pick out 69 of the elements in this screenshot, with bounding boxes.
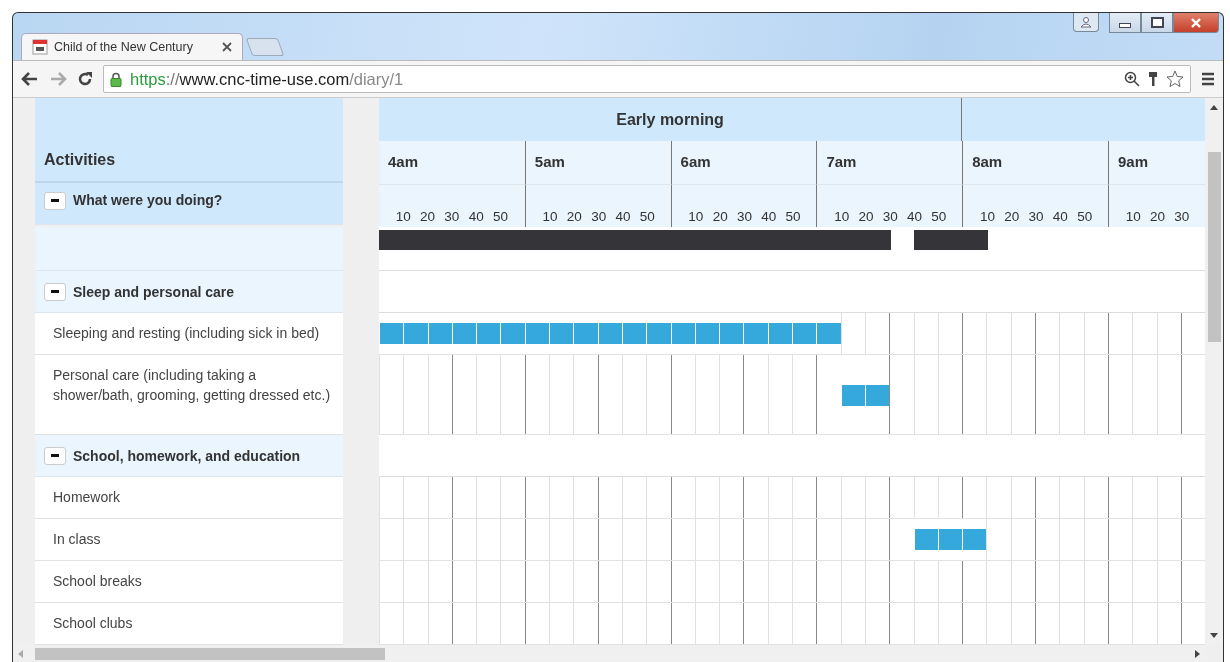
maximize-button[interactable] bbox=[1141, 13, 1173, 33]
minute-label: 30 bbox=[1173, 209, 1191, 224]
person-icon bbox=[1080, 16, 1092, 28]
back-icon[interactable] bbox=[21, 71, 39, 87]
minute-label: 40 bbox=[614, 209, 632, 224]
minute-label: 20 bbox=[419, 209, 437, 224]
activity-label: In class bbox=[53, 531, 101, 547]
minute-label: 30 bbox=[1027, 209, 1045, 224]
minute-label: 20 bbox=[1003, 209, 1021, 224]
tab-title: Child of the New Century bbox=[54, 40, 193, 54]
profile-button[interactable] bbox=[1073, 13, 1099, 32]
category-title: School, homework, and education bbox=[73, 447, 301, 464]
period-header: Early morning bbox=[379, 98, 963, 141]
new-tab-button[interactable] bbox=[245, 38, 285, 56]
browser-tab[interactable]: Child of the New Century bbox=[21, 33, 243, 60]
minute-label: 30 bbox=[881, 209, 899, 224]
activity-label: School clubs bbox=[53, 615, 133, 631]
minute-label: 30 bbox=[735, 209, 753, 224]
reload-icon[interactable] bbox=[77, 71, 93, 87]
activity-label: Homework bbox=[53, 489, 120, 505]
activity-label: Personal care (including taking a shower/bath, grooming, getting dressed etc.) bbox=[53, 367, 331, 403]
minute-label: 20 bbox=[711, 209, 729, 224]
minute-label: 50 bbox=[784, 209, 802, 224]
hour-header: 9am bbox=[1108, 141, 1205, 185]
minute-label: 50 bbox=[930, 209, 948, 224]
minute-label: 10 bbox=[541, 209, 559, 224]
minute-label: 10 bbox=[394, 209, 412, 224]
lock-icon bbox=[110, 71, 122, 87]
close-button[interactable] bbox=[1173, 13, 1219, 33]
activity-label: School breaks bbox=[53, 573, 142, 589]
minute-label: 50 bbox=[638, 209, 656, 224]
minute-label: 40 bbox=[906, 209, 924, 224]
minute-label: 40 bbox=[1051, 209, 1069, 224]
hour-header: 7am bbox=[816, 141, 963, 185]
close-icon bbox=[1190, 17, 1202, 28]
minute-label: 30 bbox=[590, 209, 608, 224]
menu-icon[interactable] bbox=[1201, 72, 1215, 86]
minute-label: 10 bbox=[1124, 209, 1142, 224]
minute-label: 40 bbox=[467, 209, 485, 224]
close-tab-icon[interactable] bbox=[222, 42, 232, 52]
address-bar[interactable]: https://www.cnc-time-use.com/diary/1 bbox=[103, 65, 1191, 93]
minute-label: 50 bbox=[491, 209, 509, 224]
hour-header: 5am bbox=[524, 141, 671, 185]
collapse-button[interactable] bbox=[44, 192, 66, 210]
calendar-icon bbox=[32, 39, 48, 55]
minute-label: 10 bbox=[978, 209, 996, 224]
star-icon[interactable] bbox=[1166, 70, 1184, 88]
minute-label: 20 bbox=[857, 209, 875, 224]
minute-label: 40 bbox=[760, 209, 778, 224]
section-title: What were you doing? bbox=[73, 192, 223, 208]
forward-icon[interactable] bbox=[49, 71, 67, 87]
minute-label: 20 bbox=[565, 209, 583, 224]
collapse-button[interactable] bbox=[44, 446, 66, 465]
minute-label: 30 bbox=[443, 209, 461, 224]
minute-label: 10 bbox=[687, 209, 705, 224]
hour-header: 4am bbox=[379, 141, 525, 185]
activities-heading: Activities bbox=[35, 98, 343, 183]
zoom-icon[interactable] bbox=[1124, 71, 1140, 87]
collapse-button[interactable] bbox=[44, 282, 66, 301]
hour-header: 8am bbox=[962, 141, 1108, 185]
hour-header: 6am bbox=[670, 141, 817, 185]
category-title: Sleep and personal care bbox=[73, 283, 235, 300]
minute-label: 10 bbox=[833, 209, 851, 224]
activity-label: Sleeping and resting (including sick in bed) bbox=[53, 325, 320, 341]
minimize-button[interactable] bbox=[1109, 13, 1141, 33]
minute-label: 20 bbox=[1149, 209, 1167, 224]
minute-label: 50 bbox=[1076, 209, 1094, 224]
key-icon[interactable] bbox=[1148, 71, 1158, 87]
url-text: https://www.cnc-time-use.com/diary/1 bbox=[130, 69, 404, 89]
